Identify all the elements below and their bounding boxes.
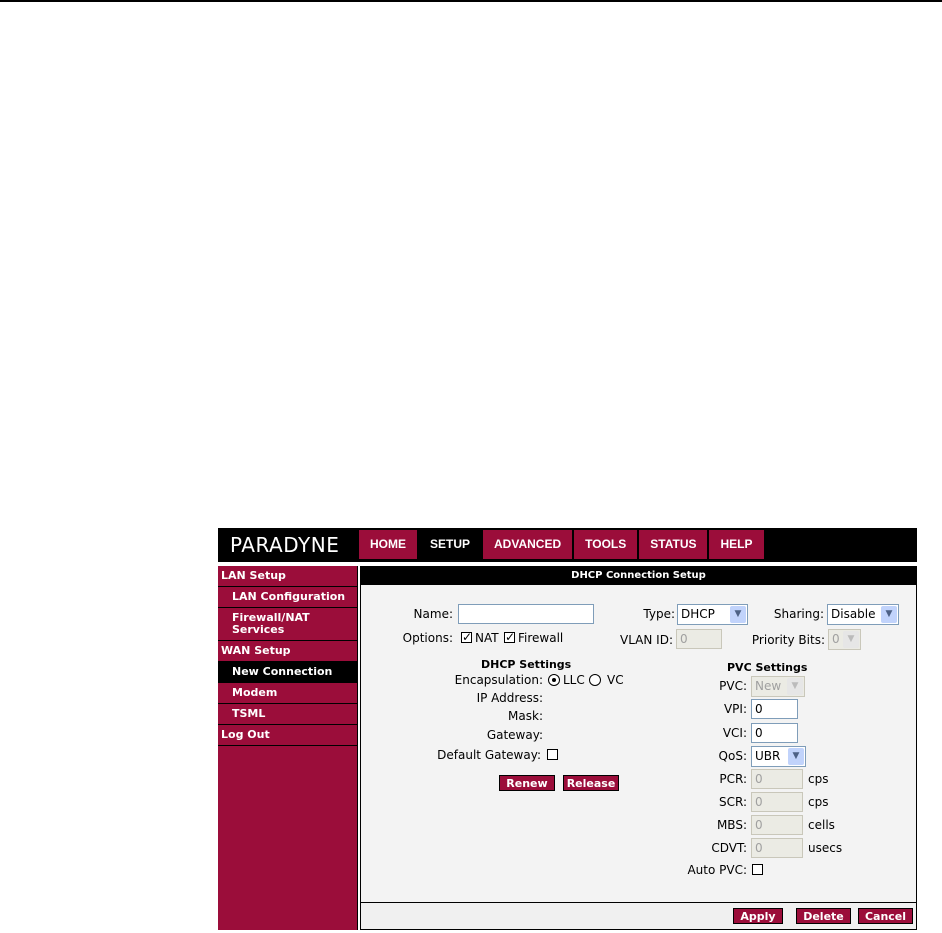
release-button[interactable]: Release xyxy=(563,775,619,791)
vci-field[interactable]: 0 xyxy=(751,723,798,743)
tab-setup[interactable]: SETUP xyxy=(419,530,482,559)
pcr-unit: cps xyxy=(808,772,829,786)
sidebar: LAN Setup LAN Configuration Firewall/NAT… xyxy=(218,566,358,930)
chevron-down-icon: ▼ xyxy=(843,631,859,648)
page-title: DHCP Connection Setup xyxy=(361,567,916,585)
cdvt-field[interactable]: 0 xyxy=(751,838,803,858)
vc-radio[interactable] xyxy=(589,674,601,686)
sidebar-item-log-out[interactable]: Log Out xyxy=(218,725,357,746)
ip-address-label: IP Address: xyxy=(476,691,543,705)
type-label: Type: xyxy=(643,607,675,621)
tab-status[interactable]: STATUS xyxy=(639,530,708,559)
sharing-select[interactable]: Disable ▼ xyxy=(827,604,899,625)
llc-radio[interactable] xyxy=(548,674,560,686)
default-gateway-checkbox[interactable] xyxy=(547,749,558,760)
chevron-down-icon: ▼ xyxy=(881,606,897,623)
apply-button[interactable]: Apply xyxy=(733,908,783,924)
mbs-field[interactable]: 0 xyxy=(751,815,803,835)
top-nav: HOME SETUP ADVANCED TOOLS STATUS HELP xyxy=(359,530,766,559)
options-label: Options: xyxy=(402,631,453,645)
pcr-field[interactable]: 0 xyxy=(751,769,803,789)
mbs-unit: cells xyxy=(808,818,835,832)
pvc-label: PVC: xyxy=(719,679,747,693)
header-bar: PARADYNE HOME SETUP ADVANCED TOOLS STATU… xyxy=(218,528,917,562)
firewall-label: Firewall xyxy=(518,631,564,645)
type-select[interactable]: DHCP ▼ xyxy=(677,604,748,625)
pvc-select[interactable]: New ▼ xyxy=(751,676,805,697)
sidebar-item-tsml[interactable]: TSML xyxy=(218,704,357,725)
chevron-down-icon: ▼ xyxy=(787,678,803,695)
cdvt-unit: usecs xyxy=(808,841,843,855)
qos-label: QoS: xyxy=(718,749,747,763)
llc-label: LLC xyxy=(563,673,585,687)
chevron-down-icon: ▼ xyxy=(730,606,746,623)
name-label: Name: xyxy=(413,607,453,621)
cancel-button[interactable]: Cancel xyxy=(858,908,913,924)
mask-label: Mask: xyxy=(508,709,543,723)
vlan-id-label: VLAN ID: xyxy=(620,633,673,647)
sidebar-item-firewall-nat-services[interactable]: Firewall/NAT Services xyxy=(218,608,357,641)
chevron-down-icon: ▼ xyxy=(788,748,804,765)
scr-label: SCR: xyxy=(718,795,747,809)
tab-advanced[interactable]: ADVANCED xyxy=(483,530,573,559)
paradyne-logo: PARADYNE xyxy=(230,533,340,557)
sidebar-item-wan-setup[interactable]: WAN Setup xyxy=(218,641,357,662)
delete-button[interactable]: Delete xyxy=(796,908,851,924)
gateway-label: Gateway: xyxy=(486,728,543,742)
priority-bits-select[interactable]: 0 ▼ xyxy=(828,629,861,650)
vc-label: VC xyxy=(607,673,624,687)
vci-label: VCI: xyxy=(722,726,747,740)
encapsulation-label: Encapsulation: xyxy=(454,673,543,687)
pcr-label: PCR: xyxy=(719,772,747,786)
action-bar: Apply Delete Cancel xyxy=(361,902,916,929)
vlan-id-field[interactable]: 0 xyxy=(676,629,722,649)
cdvt-label: CDVT: xyxy=(711,841,747,855)
tab-home[interactable]: HOME xyxy=(359,530,417,559)
dhcp-settings-title: DHCP Settings xyxy=(481,658,572,671)
qos-select[interactable]: UBR ▼ xyxy=(751,746,806,767)
pvc-settings-title: PVC Settings xyxy=(727,661,808,674)
scr-field[interactable]: 0 xyxy=(751,792,803,812)
mbs-label: MBS: xyxy=(716,818,747,832)
main-panel: DHCP Connection Setup Name: Type: DHCP ▼ … xyxy=(360,566,917,930)
sidebar-item-lan-configuration[interactable]: LAN Configuration xyxy=(218,587,357,608)
vpi-label: VPI: xyxy=(723,702,747,716)
sidebar-item-lan-setup[interactable]: LAN Setup xyxy=(218,566,357,587)
sharing-label: Sharing: xyxy=(773,607,824,621)
nat-label: NAT xyxy=(475,631,499,645)
name-field[interactable] xyxy=(458,604,594,624)
scr-unit: cps xyxy=(808,795,829,809)
router-admin-frame: PARADYNE HOME SETUP ADVANCED TOOLS STATU… xyxy=(218,528,917,930)
vpi-field[interactable]: 0 xyxy=(751,699,798,719)
renew-button[interactable]: Renew xyxy=(499,775,555,791)
firewall-checkbox[interactable]: ✓ xyxy=(504,631,515,643)
default-gateway-label: Default Gateway: xyxy=(437,748,541,762)
nat-checkbox[interactable]: ✓ xyxy=(461,631,472,643)
tab-tools[interactable]: TOOLS xyxy=(574,530,638,559)
priority-bits-label: Priority Bits: xyxy=(751,633,825,647)
tab-help[interactable]: HELP xyxy=(709,530,764,559)
page-top-rule xyxy=(0,0,942,2)
sidebar-item-modem[interactable]: Modem xyxy=(218,683,357,704)
auto-pvc-label: Auto PVC: xyxy=(687,863,747,877)
sidebar-item-new-connection[interactable]: New Connection xyxy=(218,662,357,683)
auto-pvc-checkbox[interactable] xyxy=(752,864,763,875)
